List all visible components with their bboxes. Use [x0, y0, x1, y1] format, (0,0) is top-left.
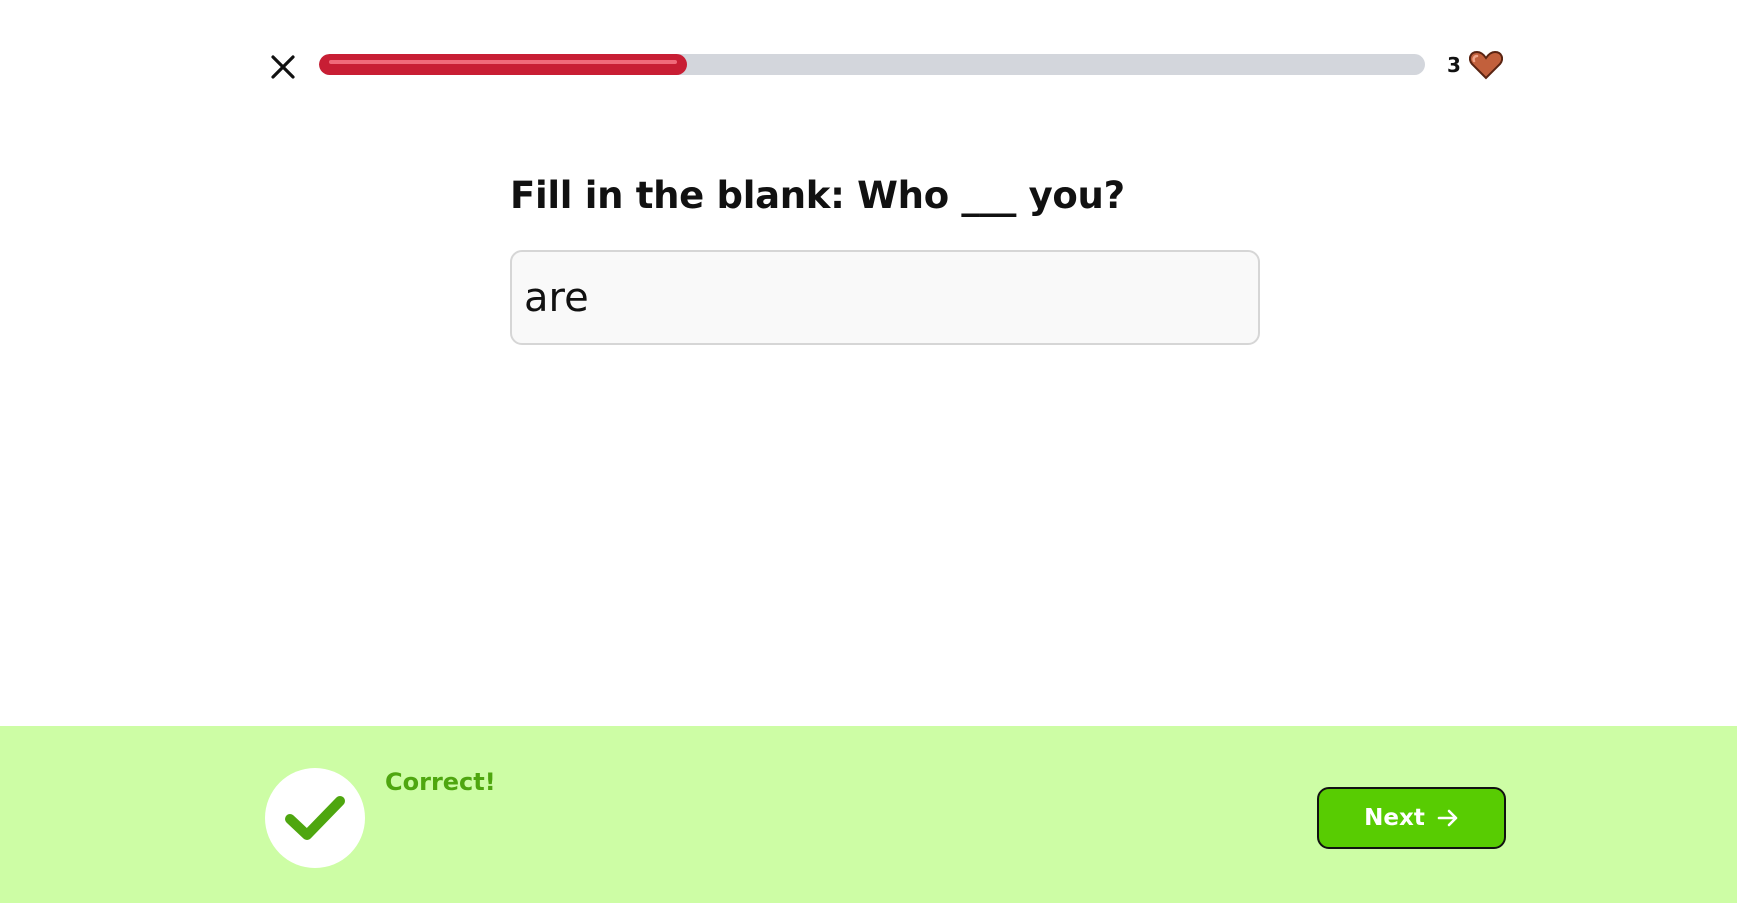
next-button[interactable]: Next: [1317, 787, 1506, 849]
feedback-banner: Correct! Next: [0, 726, 1737, 903]
progress-fill: [319, 54, 688, 75]
status-check-badge: [265, 768, 365, 868]
arrow-right-icon: [1437, 809, 1458, 827]
feedback-message: Correct!: [385, 768, 496, 796]
question-prompt: Fill in the blank: Who ___ you?: [510, 174, 1125, 217]
lesson-progress-bar: [319, 54, 1425, 75]
heart-icon: [1468, 50, 1503, 80]
lesson-page: 3 Fill in the blank: Who ___ you? Correc…: [0, 0, 1737, 903]
next-button-label: Next: [1364, 805, 1425, 831]
hearts-counter: 3: [1447, 48, 1503, 82]
close-button[interactable]: [266, 50, 300, 84]
progress-shine: [329, 60, 678, 64]
answer-input[interactable]: [510, 250, 1260, 345]
check-icon: [285, 796, 345, 840]
close-icon: [271, 55, 295, 79]
hearts-count: 3: [1447, 53, 1461, 77]
